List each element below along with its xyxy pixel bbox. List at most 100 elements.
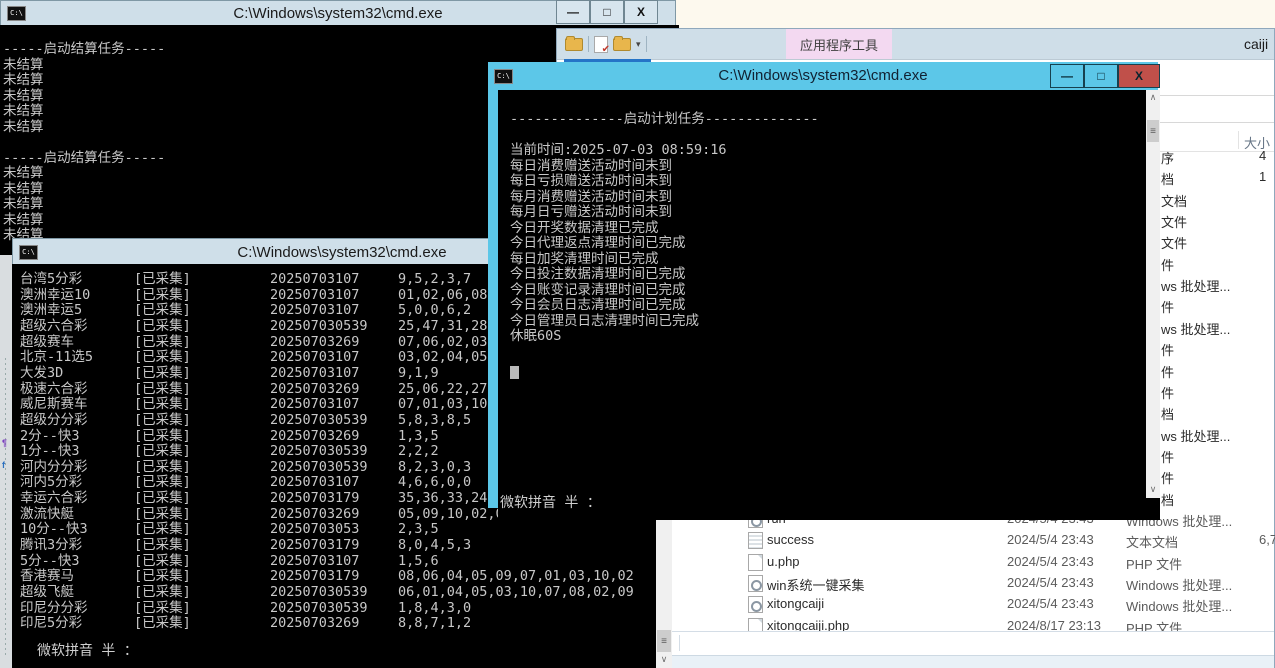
draw-numbers: 07,01,03,10 (398, 397, 487, 413)
dotted-divider (5, 358, 6, 658)
minimize-button[interactable]: — (1050, 64, 1084, 88)
period-number: 20250703107 (270, 303, 359, 319)
draw-numbers: 1,3,5 (398, 429, 439, 445)
separator (588, 36, 589, 52)
file-type-fragment: 文件 (1161, 212, 1187, 231)
explorer-titlebar[interactable]: ▾ (557, 29, 1274, 60)
quick-access-toolbar: ▾ (565, 36, 647, 53)
file-type-fragment: 件 (1161, 383, 1174, 402)
cmd-icon: C:\ (7, 6, 26, 21)
collect-status: [已采集] (134, 601, 191, 617)
file-date: 2024/5/4 23:43 (1007, 575, 1094, 590)
console-line: 每日消费赠送活动时间未到 (510, 159, 1160, 175)
console-line: 每月消费赠送活动时间未到 (510, 190, 1160, 206)
period-number: 20250703107 (270, 272, 359, 288)
file-type-fragment: 件 (1161, 362, 1174, 381)
lottery-name: 香港赛马 (20, 569, 74, 585)
folder-icon[interactable] (565, 38, 583, 51)
chevron-down-icon[interactable]: ▾ (636, 39, 641, 50)
console-line: 休眠60S (510, 329, 1160, 345)
file-name: win系统一键采集 (767, 575, 865, 594)
tab-application-tools[interactable]: 应用程序工具 (786, 29, 892, 59)
lottery-name: 澳洲幸运10 (20, 288, 90, 304)
close-button[interactable]: X (1118, 64, 1160, 88)
file-name: xitongcaiji (767, 596, 824, 611)
console-line: --------------启动计划任务-------------- (510, 112, 1160, 128)
scroll-down-icon[interactable]: ∨ (656, 652, 672, 668)
draw-numbers: 06,01,04,05,03,10,07,08,02,09 (398, 585, 634, 601)
draw-numbers: 08,06,04,05,09,07,01,03,10,02 (398, 569, 634, 585)
console-line: 今日会员日志清理时间已完成 (510, 298, 1160, 314)
console-line: 当前时间:2025-07-03 08:59:16 (510, 143, 1160, 159)
lottery-name: 5分--快3 (20, 554, 80, 570)
lottery-name: 极速六合彩 (20, 382, 88, 398)
file-date: 2024/5/4 23:43 (1007, 596, 1094, 611)
period-number: 20250703053 (270, 522, 359, 538)
scrollbar[interactable]: ∧ ≡ ∨ (1146, 90, 1160, 498)
draw-numbers: 8,8,7,1,2 (398, 616, 471, 632)
window-controls: — □ X (556, 0, 658, 24)
file-type-fragment: ws 批处理... (1161, 426, 1230, 445)
collect-status: [已采集] (134, 397, 191, 413)
collect-row: 5分--快3[已采集]202507031071,5,6 (12, 554, 672, 570)
period-number: 202507030539 (270, 585, 368, 601)
minimize-button[interactable]: — (556, 0, 590, 24)
period-number: 20250703179 (270, 491, 359, 507)
file-size: 6,7 (1259, 532, 1275, 547)
collect-status: [已采集] (134, 569, 191, 585)
lottery-name: 腾讯3分彩 (20, 538, 82, 554)
period-number: 20250703179 (270, 569, 359, 585)
properties-check-icon[interactable] (594, 36, 608, 53)
lottery-name: 印尼5分彩 (20, 616, 82, 632)
file-type-fragment: 文档 (1161, 191, 1187, 210)
console-line: 今日账变记录清理时间已完成 (510, 283, 1160, 299)
file-type-fragment: 件 (1161, 468, 1174, 487)
maximize-button[interactable]: □ (1084, 64, 1118, 88)
file-type-fragment: 档 (1161, 490, 1174, 509)
cmd-icon: C:\ (19, 245, 38, 260)
period-number: 20250703269 (270, 429, 359, 445)
collect-status: [已采集] (134, 616, 191, 632)
console-cursor (510, 366, 519, 379)
lottery-name: 幸运六合彩 (20, 491, 88, 507)
scroll-up-icon[interactable]: ∧ (1146, 90, 1160, 106)
collect-status: [已采集] (134, 554, 191, 570)
folder-icon[interactable] (613, 38, 631, 51)
file-date: 2024/5/4 23:43 (1007, 532, 1094, 547)
separator (646, 36, 647, 52)
collect-status: [已采集] (134, 460, 191, 476)
maximize-button[interactable]: □ (590, 0, 624, 24)
period-number: 202507030539 (270, 601, 368, 617)
batch-file-icon (748, 596, 763, 613)
collect-status: [已采集] (134, 444, 191, 460)
draw-numbers: 8,2,3,0,3 (398, 460, 471, 476)
console-output: 微软拼音 半 ： ∧ ≡ ∨ --------------启动计划任务-----… (498, 90, 1160, 520)
php-file-icon (748, 554, 763, 571)
scrollbar-thumb[interactable]: ≡ (1147, 120, 1159, 142)
file-type: Windows 批处理... (1126, 596, 1232, 615)
scrollbar-thumb[interactable]: ≡ (657, 630, 671, 652)
file-type-fragment: 档 (1161, 169, 1174, 188)
lottery-name: 1分--快3 (20, 444, 80, 460)
draw-numbers: 07,06,02,03 (398, 335, 487, 351)
collect-row: 腾讯3分彩[已采集]202507031798,0,4,5,3 (12, 538, 672, 554)
ime-status: 微软拼音 半 ： (37, 640, 138, 660)
scroll-down-icon[interactable]: ∨ (1146, 482, 1160, 498)
close-button[interactable]: X (624, 0, 658, 24)
mini-file-icon: ¶ (2, 438, 7, 448)
collect-status: [已采集] (134, 288, 191, 304)
draw-numbers: 2,3,5 (398, 522, 439, 538)
console-line: 今日代理返点清理时间已完成 (510, 236, 1160, 252)
file-name: success (767, 532, 814, 547)
separator (679, 635, 680, 651)
period-number: 20250703107 (270, 554, 359, 570)
period-number: 20250703269 (270, 382, 359, 398)
collect-status: [已采集] (134, 350, 191, 366)
collect-status: [已采集] (134, 475, 191, 491)
lottery-name: 激流快艇 (20, 507, 74, 523)
period-number: 20250703107 (270, 366, 359, 382)
draw-numbers: 1,8,4,3,0 (398, 601, 471, 617)
file-size-fragment: 4 (1259, 148, 1266, 163)
file-type-fragment: ws 批处理... (1161, 319, 1230, 338)
file-name: u.php (767, 554, 800, 569)
